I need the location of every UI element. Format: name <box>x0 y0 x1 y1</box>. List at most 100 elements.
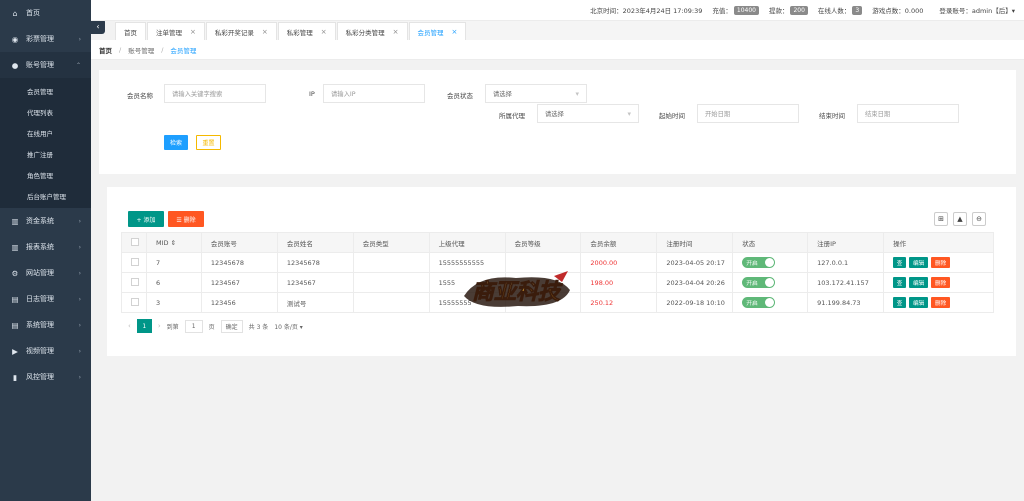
search-button[interactable]: 检索 <box>164 135 188 150</box>
checkbox[interactable] <box>131 257 139 266</box>
close-icon[interactable]: × <box>262 28 268 36</box>
next-page-button[interactable]: › <box>158 322 161 330</box>
cell-ip: 91.199.84.73 <box>807 292 885 313</box>
sidebar-item-报表系统[interactable]: ▥ 报表系统 › <box>0 234 91 260</box>
sidebar-item-账号管理[interactable]: ● 账号管理 ⌃ <box>0 52 91 78</box>
chevron-down-icon: ▾ <box>575 89 579 98</box>
submenu-item[interactable]: 后台账户管理 <box>0 185 91 206</box>
select-all-checkbox[interactable] <box>121 232 147 253</box>
cell-mid: 6 <box>145 272 202 293</box>
row-checkbox[interactable] <box>121 252 147 273</box>
cell-reg_time: 2022-09-18 10:10 <box>656 292 734 313</box>
submenu-item[interactable]: 角色管理 <box>0 164 91 185</box>
sidebar-item-彩票管理[interactable]: ◉ 彩票管理 › <box>0 26 91 52</box>
table-header-row: MID ⇕ 会员账号 会员姓名 会员类型 上级代理 会员等级 会员余额 注册时间 状态 注册IP 操… <box>121 232 994 253</box>
goto-confirm-button[interactable]: 确定 <box>220 319 243 333</box>
toggle-label: 开启 <box>746 301 758 307</box>
checkbox[interactable] <box>131 297 139 306</box>
close-icon[interactable]: × <box>190 28 196 36</box>
add-button[interactable]: + 添加 <box>128 211 164 227</box>
tab-注单管理[interactable]: 注单管理 × <box>147 22 205 40</box>
columns-icon[interactable]: ⊞ <box>934 212 948 226</box>
submenu-item[interactable]: 在线用户 <box>0 122 91 143</box>
cell-name: 测试号 <box>276 292 354 313</box>
start-date-input[interactable]: 开始日期 <box>697 104 799 123</box>
view-button[interactable]: 查 <box>893 257 907 268</box>
tab-私彩开奖记录[interactable]: 私彩开奖记录 × <box>205 22 277 40</box>
breadcrumb-home[interactable]: 首页 <box>99 45 112 55</box>
cell-name: 1234567 <box>276 272 354 293</box>
edit-button[interactable]: 编辑 <box>909 297 929 308</box>
view-button[interactable]: 查 <box>893 277 907 288</box>
online-stat: 在线人数： 3 <box>818 5 863 15</box>
sidebar-item-网站管理[interactable]: ⚙ 网站管理 › <box>0 260 91 286</box>
cell-type <box>352 292 430 313</box>
edit-button[interactable]: 编辑 <box>909 277 929 288</box>
goto-page-input[interactable]: 1 <box>184 319 203 333</box>
page-size-select[interactable]: 10 条/页 ▾ <box>274 320 302 333</box>
close-icon[interactable]: × <box>321 28 327 36</box>
submenu-item[interactable]: 代理列表 <box>0 101 91 122</box>
sidebar-item-首页[interactable]: ⌂ 首页 <box>0 0 91 26</box>
delete-button[interactable]: ☰ 删除 <box>168 211 204 227</box>
breadcrumb: 首页 / 账号管理 / 会员管理 <box>91 40 1024 60</box>
edit-button[interactable]: 编辑 <box>909 257 929 268</box>
remove-button[interactable]: 删除 <box>931 297 951 308</box>
agent-select[interactable]: 请选择 ▾ <box>537 104 639 123</box>
status-toggle[interactable]: 开启 <box>742 277 776 288</box>
sidebar-item-日志管理[interactable]: ▤ 日志管理 › <box>0 286 91 312</box>
sidebar-item-label: 首页 <box>26 9 40 17</box>
column-header: 操作 <box>883 232 994 253</box>
export-icon[interactable]: ⊖ <box>972 212 986 226</box>
row-checkbox[interactable] <box>121 272 147 293</box>
status-select[interactable]: 请选择 ▾ <box>485 84 587 103</box>
prev-page-button[interactable]: ‹ <box>128 322 131 330</box>
cell-mid: 7 <box>145 252 202 273</box>
ip-input[interactable]: 请输入IP <box>323 84 425 103</box>
chevron-icon: › <box>78 269 81 277</box>
checkbox[interactable] <box>131 277 139 286</box>
tab-会员管理[interactable]: 会员管理 × <box>408 22 467 40</box>
column-header: 会员等级 <box>504 232 582 253</box>
end-date-input[interactable]: 结束日期 <box>857 104 959 123</box>
member-name-input[interactable]: 请输入关键字搜索 <box>164 84 266 103</box>
game-points: 游戏点数：0.000 <box>872 7 924 15</box>
chevron-icon: ⌃ <box>75 61 81 69</box>
column-header: 注册IP <box>807 232 885 253</box>
status-toggle[interactable]: 开启 <box>742 257 776 268</box>
cell-mid: 3 <box>145 292 202 313</box>
recharge-stat: 充值： 10400 <box>712 5 759 15</box>
remove-button[interactable]: 删除 <box>931 277 951 288</box>
sidebar-item-label: 日志管理 <box>26 295 54 303</box>
sidebar-item-资金系统[interactable]: ▥ 资金系统 › <box>0 208 91 234</box>
tab-私彩管理[interactable]: 私彩管理 × <box>277 22 336 40</box>
toggle-knob <box>765 298 775 307</box>
row-checkbox[interactable] <box>121 292 147 313</box>
sidebar-item-系统管理[interactable]: ▤ 系统管理 › <box>0 312 91 338</box>
submenu-item[interactable]: 会员管理 <box>0 80 91 101</box>
cell-status: 开启 <box>732 292 809 313</box>
current-page[interactable]: 1 <box>136 319 152 333</box>
sidebar-item-视频管理[interactable]: ▶ 视频管理 › <box>0 338 91 364</box>
reset-button[interactable]: 重置 <box>196 135 221 150</box>
gamepad-icon: ◉ <box>11 34 19 44</box>
sidebar-item-风控管理[interactable]: ▮ 风控管理 › <box>0 364 91 390</box>
view-button[interactable]: 查 <box>893 297 907 308</box>
close-icon[interactable]: × <box>393 28 399 36</box>
column-header[interactable]: MID ⇕ <box>145 232 202 253</box>
toggle-knob <box>765 258 775 267</box>
recharge-badge: 10400 <box>733 5 759 15</box>
tab-label: 会员管理 <box>417 28 444 37</box>
print-icon[interactable]: ▲ <box>953 212 967 226</box>
user-menu[interactable]: 登录账号：admin【后】▾ <box>939 5 1015 15</box>
tab-私彩分类管理[interactable]: 私彩分类管理 × <box>336 22 408 40</box>
remove-button[interactable]: 删除 <box>931 257 951 268</box>
close-icon[interactable]: × <box>452 28 458 36</box>
collapse-sidebar-button[interactable]: ‹ <box>91 19 105 34</box>
system-icon: ▤ <box>11 320 19 330</box>
status-toggle[interactable]: 开启 <box>742 297 776 308</box>
breadcrumb-parent[interactable]: 账号管理 <box>128 45 154 55</box>
submenu-item[interactable]: 推广注册 <box>0 143 91 164</box>
tab-首页[interactable]: 首页 <box>115 22 146 40</box>
member-name-label: 会员名称 <box>127 92 153 100</box>
